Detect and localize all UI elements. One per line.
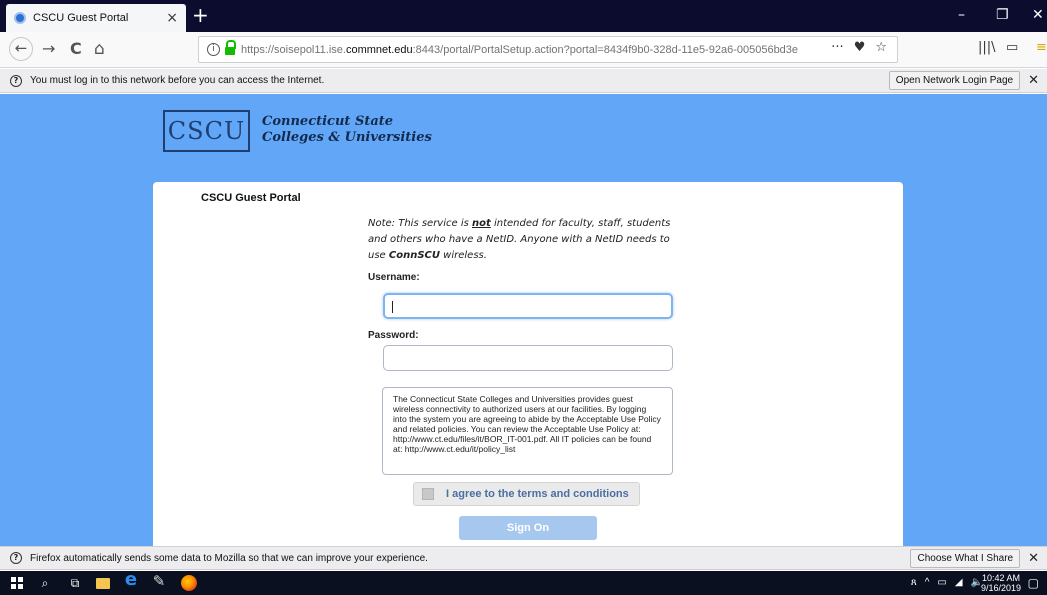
firefox-icon[interactable] (181, 575, 197, 591)
browser-window: CSCU Guest Portal × + – ❐ ✕ ← → C ⌂ i ht… (0, 0, 1047, 595)
page-actions-icon[interactable]: ··· (831, 40, 843, 55)
url-prefix: https://soisepol11.ise. (241, 43, 346, 56)
bookmark-star-icon[interactable]: ☆ (875, 40, 887, 55)
institution-name-line2: Colleges & Universities (262, 130, 432, 145)
library-icon[interactable]: |||\ (978, 40, 996, 55)
tab-title: CSCU Guest Portal (33, 12, 129, 24)
battery-icon[interactable]: ▭ (937, 577, 946, 588)
close-window-icon[interactable]: ✕ (1032, 8, 1044, 22)
clock-date: 9/16/2019 (980, 583, 1021, 593)
tab-close-icon[interactable]: × (166, 11, 178, 25)
back-button[interactable]: ← (9, 37, 33, 61)
note-suffix: wireless. (440, 250, 487, 261)
reload-button[interactable]: C (70, 39, 82, 59)
tab-bar: CSCU Guest Portal × + – ❐ ✕ (0, 0, 1047, 32)
clock-time: 10:42 AM (981, 573, 1020, 583)
pocket-icon[interactable]: ♥ (854, 40, 866, 55)
info-icon[interactable]: i (207, 43, 220, 56)
open-network-login-button[interactable]: Open Network Login Page (888, 71, 1021, 90)
checkbox-square[interactable] (422, 488, 434, 500)
system-tray: ጸ ^ ▭ ◢ 🔈 (911, 577, 983, 588)
question-icon: ? (10, 74, 22, 87)
file-explorer-icon[interactable] (96, 578, 110, 589)
sidebar-icon[interactable]: ▭ (1006, 40, 1018, 55)
minimize-icon[interactable]: – (958, 8, 965, 22)
password-input[interactable] (383, 345, 673, 371)
network-login-notification: ? You must log in to this network before… (0, 69, 1047, 93)
sign-on-button[interactable]: Sign On (459, 516, 597, 540)
windows-start-icon[interactable] (10, 576, 24, 590)
lock-icon[interactable] (225, 39, 236, 55)
username-label: Username: (368, 272, 420, 283)
terms-text-box[interactable]: The Connecticut State Colleges and Unive… (382, 387, 673, 475)
login-card: CSCU Guest Portal Note: This service is … (153, 182, 903, 546)
url-host: commnet.edu (345, 43, 413, 56)
close-data-notification-icon[interactable]: ✕ (1028, 551, 1039, 566)
institution-name-line1: Connecticut State (262, 114, 394, 129)
task-view-icon[interactable]: ⧉ (68, 576, 82, 590)
clock[interactable]: 10:42 AM 9/16/2019 (981, 573, 1021, 593)
question-icon: ? (10, 552, 22, 564)
agree-terms-checkbox[interactable]: I agree to the terms and conditions (413, 482, 640, 506)
address-bar[interactable]: i https://soisepol11.ise.commnet.edu:844… (198, 36, 898, 63)
note-prefix: Note: This service is (368, 218, 472, 229)
username-input[interactable] (383, 293, 673, 319)
password-label: Password: (368, 330, 419, 341)
text-caret (392, 301, 393, 313)
wifi-icon[interactable]: ◢ (955, 577, 963, 588)
agree-terms-label[interactable]: I agree to the terms and conditions (446, 488, 629, 500)
paint-icon[interactable]: ✎ (152, 574, 166, 589)
note-connscu: ConnSCU (388, 250, 440, 261)
forward-button[interactable]: → (42, 39, 55, 59)
globe-favicon-icon (14, 12, 26, 24)
url-actions: ··· ♥ ☆ (831, 40, 887, 55)
choose-what-i-share-button[interactable]: Choose What I Share (910, 548, 1021, 568)
navigation-toolbar: ← → C ⌂ i https://soisepol11.ise.commnet… (0, 32, 1047, 68)
url-path: :8443/portal/PortalSetup.action?portal=8… (412, 43, 799, 56)
institution-name: Connecticut State Colleges & Universitie… (262, 114, 432, 146)
internet-explorer-icon[interactable]: e (124, 571, 138, 589)
show-hidden-icons[interactable]: ^ (925, 577, 930, 588)
data-collection-notification: ? Firefox automatically sends some data … (0, 546, 1047, 570)
new-tab-button[interactable]: + (192, 4, 209, 26)
page-content: CSCU Connecticut State Colleges & Univer… (0, 94, 1047, 546)
note-emphasis: not (472, 218, 491, 229)
cscu-logo: CSCU (163, 110, 250, 152)
windows-taskbar: ⌕ ⧉ e ✎ ጸ ^ ▭ ◢ 🔈 10:42 AM 9/16/2019 ▢ (0, 571, 1047, 595)
close-notification-icon[interactable]: ✕ (1028, 73, 1039, 88)
menu-icon[interactable]: ≡ (1036, 40, 1047, 55)
network-login-message: You must log in to this network before y… (30, 75, 325, 86)
netid-note: Note: This service is not intended for f… (368, 216, 678, 264)
home-button[interactable]: ⌂ (94, 39, 105, 59)
maximize-icon[interactable]: ❐ (996, 8, 1009, 22)
data-collection-message: Firefox automatically sends some data to… (30, 552, 428, 564)
tab-cscu-guest-portal[interactable]: CSCU Guest Portal × (6, 4, 186, 32)
search-icon[interactable]: ⌕ (38, 576, 52, 590)
action-center-icon[interactable]: ▢ (1028, 576, 1039, 590)
url-text[interactable]: https://soisepol11.ise.commnet.edu:8443/… (241, 44, 841, 56)
portal-title: CSCU Guest Portal (201, 192, 301, 204)
people-icon[interactable]: ጸ (911, 577, 917, 588)
